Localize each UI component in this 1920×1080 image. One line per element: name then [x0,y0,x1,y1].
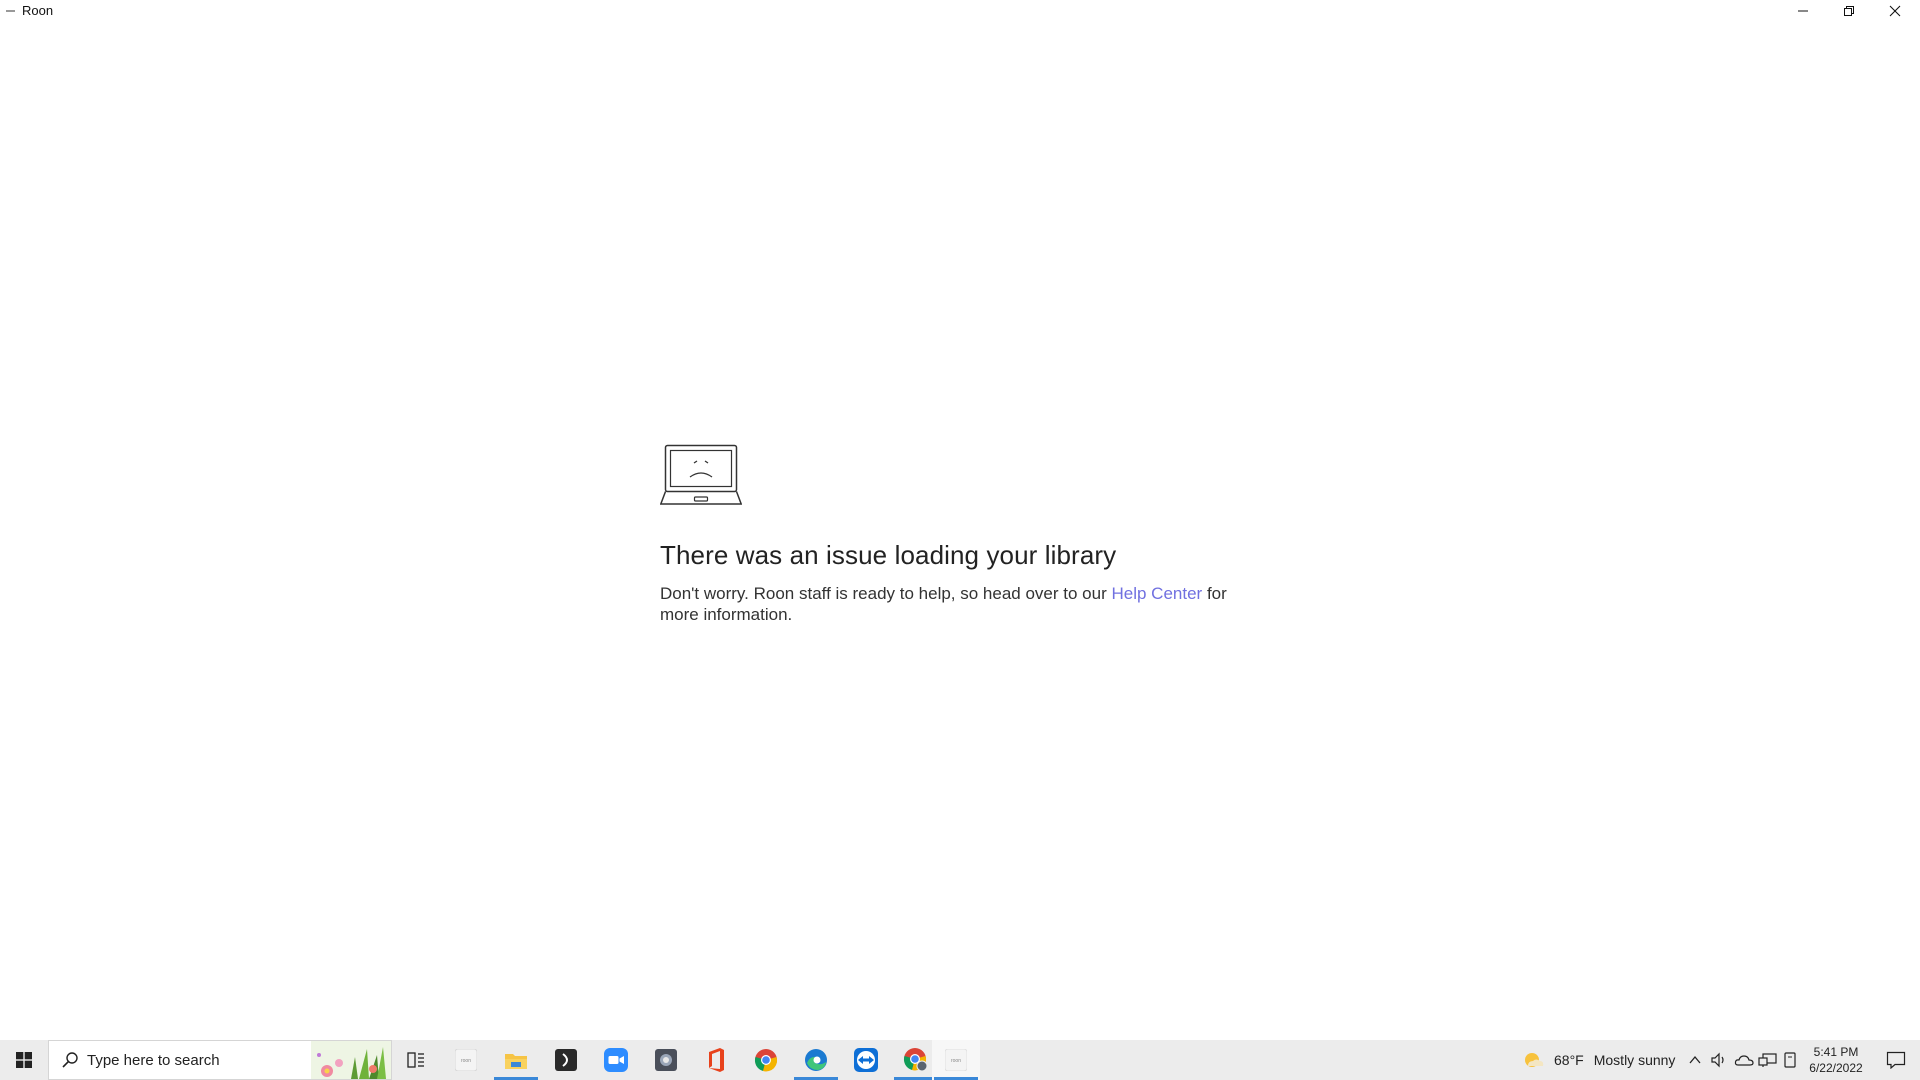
search-icon [62,1052,78,1068]
task-view-icon [407,1052,424,1068]
search-highlight-art-icon [311,1041,391,1079]
taskbar-app-edge[interactable] [792,1040,840,1080]
restore-button[interactable] [1826,0,1872,22]
chevron-up-icon[interactable] [1688,1053,1702,1067]
notification-center-button[interactable] [1872,1040,1920,1080]
error-panel: There was an issue loading your library … [660,444,1260,625]
system-clock[interactable]: 5:41 PM 6/22/2022 [1800,1044,1872,1076]
restore-icon [1844,6,1854,16]
title-bar: Roon [0,0,1920,22]
photo-app-icon [655,1049,677,1071]
notification-icon [1886,1051,1906,1069]
taskbar-app-file-explorer[interactable] [492,1040,540,1080]
folder-icon [505,1054,527,1069]
system-tray [1686,1040,1798,1080]
error-title: There was an issue loading your library [660,540,1117,570]
chrome-profile-icon [903,1048,928,1072]
app-icon [555,1049,577,1071]
chrome-icon [754,1049,778,1072]
clock-date: 6/22/2022 [1809,1061,1863,1075]
close-button[interactable] [1872,0,1918,22]
office-icon [709,1048,724,1072]
taskbar-app-roon[interactable]: roon [442,1040,490,1080]
onedrive-icon[interactable] [1734,1052,1754,1068]
taskbar-app-dark[interactable] [542,1040,590,1080]
volume-icon[interactable] [1710,1052,1728,1068]
start-button[interactable] [0,1040,48,1080]
search-placeholder: Type here to search [87,1052,220,1069]
taskbar-app-photos[interactable] [642,1040,690,1080]
zoom-icon [604,1048,628,1072]
svg-text:roon: roon [951,1058,961,1064]
taskbar-app-office[interactable] [692,1040,740,1080]
sad-laptop-icon [660,444,742,505]
roon-window: Roon There was an issue loading your lib… [0,0,1920,1040]
clock-time: 5:41 PM [1813,1045,1859,1059]
windows-logo-icon [16,1052,32,1068]
taskbar-app-teamviewer[interactable] [842,1040,890,1080]
svg-text:roon: roon [461,1058,471,1064]
teamviewer-icon [854,1048,878,1072]
roon-icon: roon [455,1049,477,1071]
error-message-text: Don't worry. Roon staff is ready to help… [660,584,1107,603]
weather-temperature: 68°F [1554,1052,1584,1068]
edge-icon [805,1049,827,1071]
taskbar-app-chrome[interactable] [742,1040,790,1080]
taskbar-search-box[interactable]: Type here to search [48,1040,392,1080]
task-view-button[interactable] [392,1040,440,1080]
taskbar: Type here to search roon roon 68°F Mostl… [0,1040,1920,1080]
weather-widget[interactable]: 68°F Mostly sunny [1522,1040,1675,1080]
window-title: Roon [22,3,54,18]
minimize-icon [1798,10,1808,12]
roon-icon: roon [945,1049,967,1071]
minimize-button[interactable] [1780,0,1826,22]
taskbar-app-zoom[interactable] [592,1040,640,1080]
network-icon[interactable] [1758,1052,1778,1068]
window-app-icon [6,10,15,12]
taskbar-app-roon-active[interactable]: roon [932,1040,980,1080]
weather-sun-cloud-icon [1525,1053,1544,1067]
device-icon[interactable] [1782,1051,1798,1069]
close-icon [1889,5,1901,17]
weather-description: Mostly sunny [1593,1052,1676,1068]
help-center-link[interactable]: Help Center [1111,584,1202,603]
error-message: Don't worry. Roon staff is ready to help… [660,583,1260,625]
